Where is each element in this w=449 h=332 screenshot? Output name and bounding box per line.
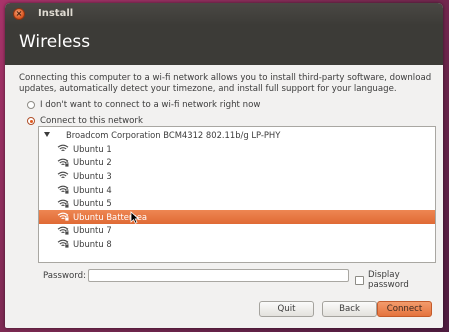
wifi-secured-icon: [57, 226, 69, 235]
network-name: Ubuntu 4: [73, 184, 112, 195]
expander-arrow-icon[interactable]: [44, 132, 50, 137]
connect-button[interactable]: Connect: [377, 301, 432, 317]
wifi-secured-icon: [57, 212, 69, 221]
wifi-icon: [57, 171, 69, 180]
display-password-toggle[interactable]: Display password: [355, 270, 443, 290]
title-bar: × Install: [5, 3, 443, 25]
password-label: Password:: [43, 271, 87, 281]
network-name: Ubuntu 3: [73, 170, 112, 181]
network-item[interactable]: Ubuntu 2: [39, 156, 435, 170]
radio-no-wifi-label: I don't want to connect to a wi-fi netwo…: [40, 100, 261, 110]
radio-connect[interactable]: Connect to this network: [27, 116, 143, 126]
radio-button[interactable]: [27, 101, 35, 109]
adapter-name: Broadcom Corporation BCM4312 802.11b/g L…: [66, 129, 281, 140]
password-field[interactable]: [88, 269, 349, 282]
radio-button-checked[interactable]: [27, 117, 35, 125]
quit-button[interactable]: Quit: [259, 301, 314, 317]
page-header: Wireless: [5, 25, 443, 65]
network-list[interactable]: Broadcom Corporation BCM4312 802.11b/g L…: [38, 126, 436, 263]
network-item[interactable]: Ubuntu Battersea: [39, 209, 435, 224]
network-name: Ubuntu 5: [73, 198, 112, 209]
adapter-row[interactable]: Broadcom Corporation BCM4312 802.11b/g L…: [39, 127, 435, 142]
page-title: Wireless: [19, 32, 91, 52]
wifi-description: Connecting this computer to a wi-fi netw…: [19, 73, 432, 94]
display-password-label: Display password: [367, 270, 409, 290]
network-name: Ubuntu 8: [73, 238, 112, 249]
close-button[interactable]: ×: [13, 8, 25, 20]
wifi-secured-icon: [57, 239, 69, 249]
network-item[interactable]: Ubuntu 3: [39, 169, 435, 183]
network-name: Ubuntu 2: [73, 157, 112, 168]
mouse-cursor-icon: [130, 211, 140, 224]
network-item[interactable]: Ubuntu 8: [39, 237, 435, 251]
wifi-icon: [57, 144, 69, 153]
network-item[interactable]: Ubuntu 1: [39, 142, 435, 156]
wifi-secured-icon: [57, 185, 69, 194]
installer-window: × Install Wireless Connecting this compu…: [5, 3, 443, 328]
close-icon: ×: [15, 9, 23, 18]
wifi-secured-icon: [57, 199, 69, 208]
network-name: Ubuntu 7: [73, 225, 112, 236]
radio-connect-label: Connect to this network: [40, 116, 143, 126]
back-button[interactable]: Back: [322, 301, 377, 317]
network-item[interactable]: Ubuntu 5: [39, 196, 435, 210]
network-item[interactable]: Ubuntu 4: [39, 183, 435, 197]
display-password-checkbox[interactable]: [355, 275, 364, 285]
network-item[interactable]: Ubuntu 7: [39, 224, 435, 238]
network-name: Ubuntu 1: [73, 143, 112, 154]
window-title: Install: [38, 8, 74, 19]
radio-no-wifi[interactable]: I don't want to connect to a wi-fi netwo…: [27, 100, 260, 110]
wifi-secured-icon: [57, 158, 69, 167]
